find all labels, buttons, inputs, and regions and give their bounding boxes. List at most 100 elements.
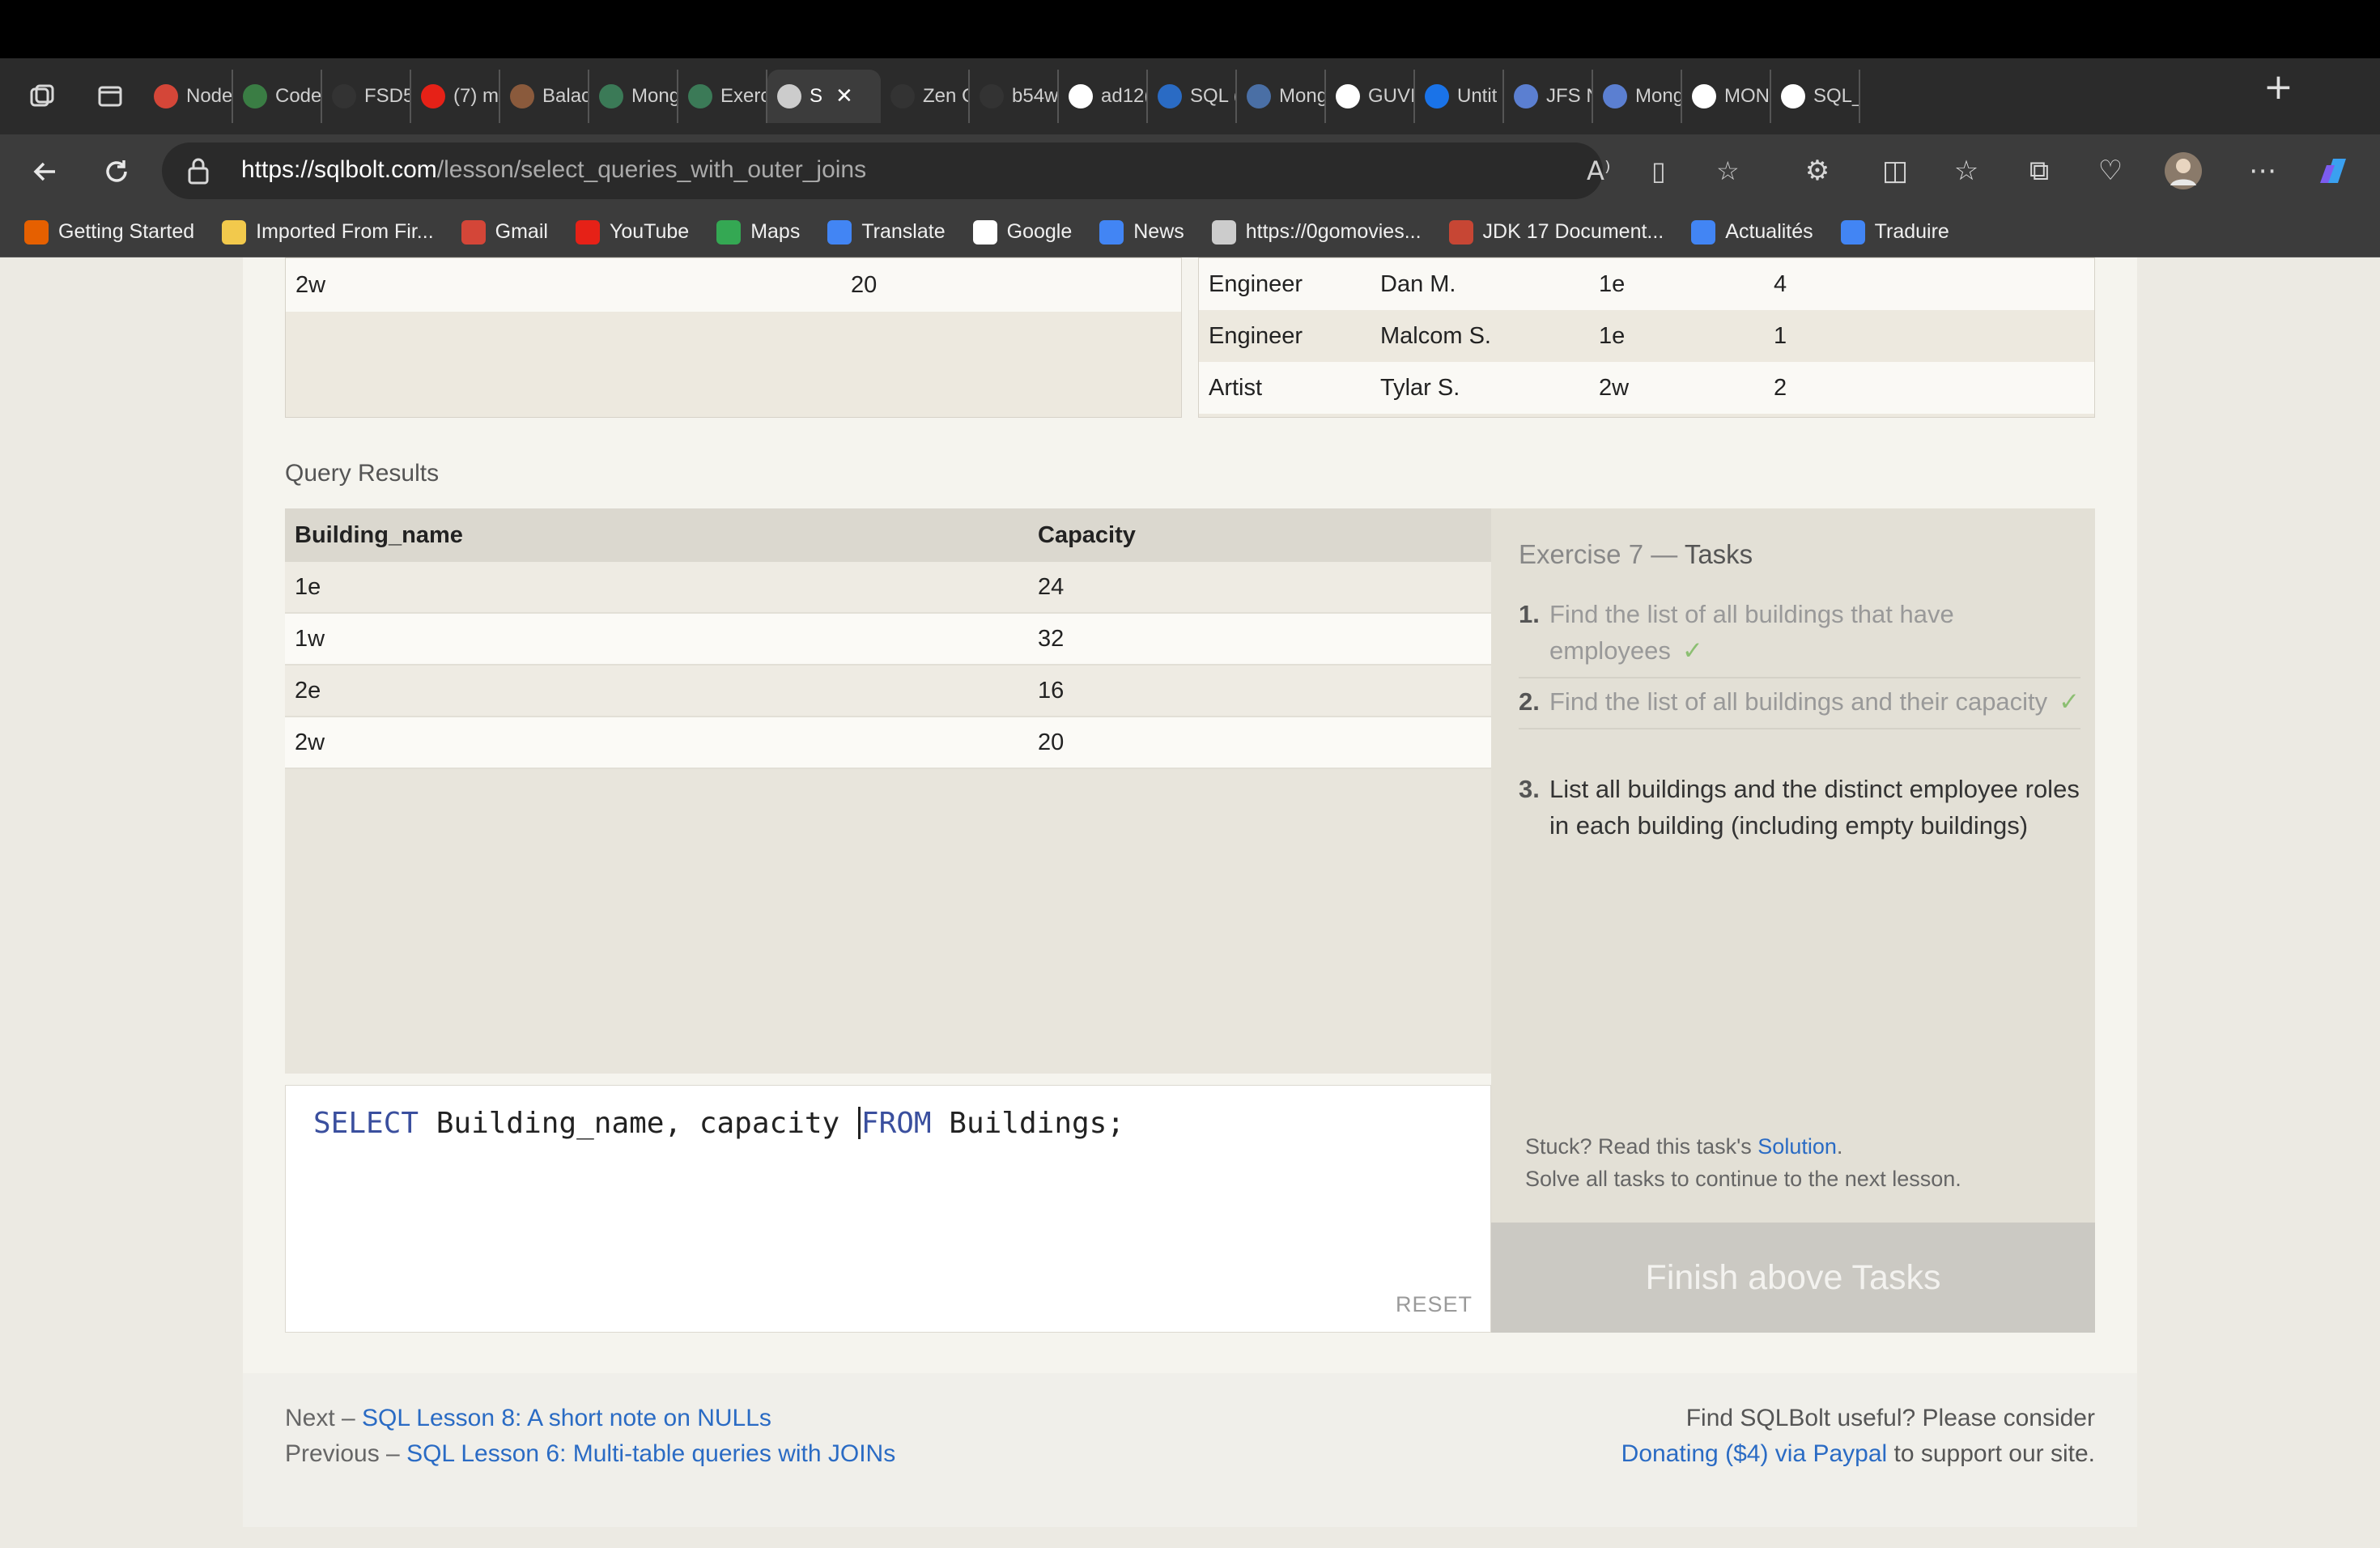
- browser-tab[interactable]: MON: [1682, 70, 1771, 123]
- bookmark-item[interactable]: Getting Started: [24, 219, 194, 245]
- bookmark-label: Translate: [861, 220, 946, 243]
- table-cell: 32: [1038, 625, 1065, 652]
- extensions-icon[interactable]: ⚙: [1797, 151, 1838, 191]
- bookmark-item[interactable]: Gmail: [461, 219, 548, 245]
- browser-tab[interactable]: Exerc: [678, 70, 767, 123]
- bookmark-favicon-icon: [1840, 219, 1865, 245]
- tab-label: SQL (: [1190, 85, 1235, 107]
- keyword-from: FROM: [861, 1107, 932, 1140]
- tab-label: GUVI: [1368, 85, 1413, 107]
- code-text: Building_name, capacity: [419, 1107, 857, 1140]
- bookmark-item[interactable]: Actualités: [1691, 219, 1813, 245]
- table-cell: Tylar S.: [1380, 374, 1460, 401]
- tab-label: Node: [186, 85, 232, 107]
- bookmark-label: Google: [1006, 220, 1073, 243]
- bookmark-item[interactable]: YouTube: [575, 219, 690, 245]
- bookmark-item[interactable]: Traduire: [1840, 219, 1949, 245]
- reset-button[interactable]: RESET: [1396, 1292, 1473, 1317]
- bookmark-label: https://0gomovies...: [1245, 220, 1422, 243]
- browser-tab[interactable]: FSD5: [322, 70, 411, 123]
- doc-icon: [1603, 84, 1627, 108]
- read-aloud-icon[interactable]: A⁾: [1587, 155, 1611, 186]
- url-text[interactable]: https://sqlbolt.com/lesson/select_querie…: [241, 156, 866, 184]
- browser-tab[interactable]: GUVI: [1326, 70, 1415, 123]
- tab-label: Mong: [1279, 85, 1324, 107]
- bookmark-item[interactable]: Imported From Fir...: [222, 219, 434, 245]
- table-row: 1w 32: [285, 614, 1491, 666]
- browser-tab[interactable]: b54w: [970, 70, 1059, 123]
- bookmark-favicon-icon: [1448, 219, 1473, 245]
- favorite-star-icon[interactable]: ☆: [1716, 155, 1740, 186]
- more-options-icon[interactable]: ⋯: [2242, 151, 2283, 191]
- solution-link[interactable]: Solution: [1757, 1134, 1837, 1159]
- table-cell: Engineer: [1209, 270, 1303, 297]
- query-results-table: Building_name Capacity 1e 24 1w 32 2e 16 2w 20: [285, 508, 1491, 1074]
- browser-tab[interactable]: Mong: [589, 70, 678, 123]
- tab-actions-icon[interactable]: [86, 76, 134, 117]
- task-item-1: 1. Find the list of all buildings that h…: [1519, 596, 2080, 678]
- address-bar[interactable]: https://sqlbolt.com/lesson/select_querie…: [162, 142, 1740, 199]
- bookmark-item[interactable]: Maps: [716, 219, 800, 245]
- bookmark-label: YouTube: [609, 220, 690, 243]
- back-icon[interactable]: [23, 149, 68, 194]
- bookmarks-bar: Getting Started Imported From Fir... Gmail…: [0, 207, 2380, 257]
- browser-tab[interactable]: S ✕: [767, 70, 881, 123]
- sql-editor[interactable]: SELECT Building_name, capacity FROM Buil…: [285, 1085, 1491, 1333]
- browser-essentials-icon[interactable]: ♡: [2090, 151, 2131, 191]
- keyword-select: SELECT: [313, 1107, 419, 1140]
- bookmark-favicon-icon: [1211, 219, 1236, 245]
- tab-label: Exerc: [720, 85, 766, 107]
- browser-tab[interactable]: Balac: [500, 70, 589, 123]
- new-tab-icon[interactable]: +: [2263, 66, 2293, 108]
- bookmark-favicon-icon: [972, 219, 997, 245]
- table-cell: 20: [1038, 729, 1065, 755]
- browser-tab[interactable]: Mong: [1237, 70, 1326, 123]
- bookmark-item[interactable]: News: [1099, 219, 1184, 245]
- tab-list: NodeCodeFSD5(7) mBalacMongExercS✕Zen Cb5…: [144, 70, 1860, 123]
- collections-icon[interactable]: ⧉: [2019, 151, 2059, 191]
- profile-avatar[interactable]: [2163, 151, 2204, 191]
- bookmark-item[interactable]: Translate: [827, 219, 946, 245]
- favorites-icon[interactable]: ☆: [1946, 151, 1987, 191]
- browser-tab[interactable]: Zen C: [881, 70, 970, 123]
- browser-tab[interactable]: Untit: [1415, 70, 1504, 123]
- split-screen-icon[interactable]: ◫: [1875, 151, 1915, 191]
- browser-tab[interactable]: (7) m: [411, 70, 500, 123]
- browser-tab[interactable]: Code: [233, 70, 322, 123]
- sql-code[interactable]: SELECT Building_name, capacity FROM Buil…: [313, 1107, 1124, 1140]
- next-lesson-link[interactable]: SQL Lesson 8: A short note on NULLs: [362, 1405, 771, 1431]
- immersive-reader-icon[interactable]: ▯: [1651, 155, 1666, 186]
- bookmark-item[interactable]: https://0gomovies...: [1211, 219, 1422, 245]
- close-tab-icon[interactable]: ✕: [835, 84, 853, 108]
- lesson-navigation: Next – SQL Lesson 8: A short note on NUL…: [285, 1405, 896, 1467]
- bookmark-favicon-icon: [716, 219, 742, 245]
- tab-label: JFS N: [1546, 85, 1592, 107]
- browser-tab[interactable]: SQL (: [1148, 70, 1237, 123]
- tab-label: FSD5: [364, 85, 410, 107]
- github-icon: [1069, 84, 1093, 108]
- browser-tab[interactable]: ad12(: [1059, 70, 1148, 123]
- bookmark-item[interactable]: Google: [972, 219, 1073, 245]
- bookmark-favicon-icon: [1691, 219, 1716, 245]
- task-item-3: 3. List all buildings and the distinct e…: [1519, 775, 2080, 840]
- browser-tab[interactable]: JFS N: [1504, 70, 1593, 123]
- table-cell: Engineer: [1209, 322, 1303, 349]
- tab-label: Untit: [1457, 85, 1498, 107]
- bookmark-item[interactable]: JDK 17 Document...: [1448, 219, 1664, 245]
- tasks-panel: Exercise 7 — Tasks 1. Find the list of a…: [1491, 508, 2095, 1333]
- reload-icon[interactable]: [94, 149, 139, 194]
- lock-icon[interactable]: [186, 157, 210, 185]
- browser-tab[interactable]: Mong: [1593, 70, 1682, 123]
- navigation-bar: https://sqlbolt.com/lesson/select_querie…: [0, 134, 2380, 207]
- workspaces-icon[interactable]: [18, 76, 66, 117]
- database-icon: [777, 84, 801, 108]
- browser-tab[interactable]: Node: [144, 70, 233, 123]
- search-icon: [1247, 84, 1271, 108]
- copilot-icon[interactable]: [2315, 151, 2356, 191]
- doc-icon: [1514, 84, 1538, 108]
- browser-tab[interactable]: SQL_: [1771, 70, 1860, 123]
- tab-label: b54w: [1012, 85, 1057, 107]
- previous-lesson-link[interactable]: SQL Lesson 6: Multi-table queries with J…: [406, 1440, 895, 1467]
- table-cell: 2e: [295, 677, 321, 704]
- donate-link[interactable]: Donating ($4) via Paypal: [1621, 1440, 1888, 1467]
